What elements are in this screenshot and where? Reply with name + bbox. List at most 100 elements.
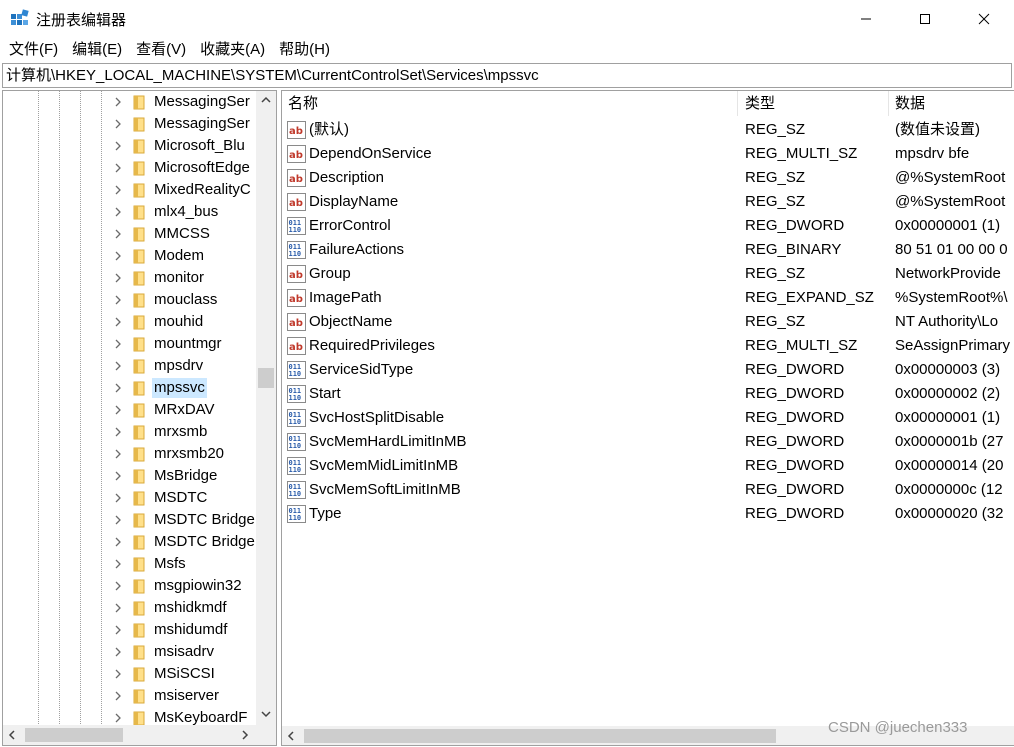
expand-chevron-icon[interactable] [111, 641, 125, 663]
tree-item[interactable]: msiserver [3, 685, 255, 707]
value-name: ObjectName [309, 313, 393, 330]
tree-item[interactable]: Microsoft_Blu [3, 135, 255, 157]
tree-vertical-scrollbar[interactable] [256, 91, 276, 725]
address-bar[interactable]: 计算机\HKEY_LOCAL_MACHINE\SYSTEM\CurrentCon… [2, 63, 1012, 88]
expand-chevron-icon[interactable] [111, 355, 125, 377]
menu-favorites[interactable]: 收藏夹(A) [195, 38, 270, 62]
tree-horizontal-scrollbar[interactable] [3, 725, 256, 745]
value-row[interactable]: 011 110 Type REG_DWORD 0x00000020 (32 [282, 502, 1014, 526]
expand-chevron-icon[interactable] [111, 597, 125, 619]
scroll-up-button[interactable] [256, 91, 276, 109]
value-row[interactable]: 011 110 ServiceSidType REG_DWORD 0x00000003 … [282, 358, 1014, 382]
expand-chevron-icon[interactable] [111, 487, 125, 509]
expand-chevron-icon[interactable] [111, 663, 125, 685]
values-scroll-left-button[interactable] [282, 726, 300, 745]
menu-view[interactable]: 查看(V) [131, 38, 191, 62]
expand-chevron-icon[interactable] [111, 289, 125, 311]
tree-item[interactable]: mshidkmdf [3, 597, 255, 619]
maximize-button[interactable] [895, 0, 954, 38]
value-row[interactable]: ab ObjectName REG_SZ NT Authority\Lo [282, 310, 1014, 334]
value-row[interactable]: 011 110 SvcMemMidLimitInMB REG_DWORD 0x00000… [282, 454, 1014, 478]
expand-chevron-icon[interactable] [111, 223, 125, 245]
tree-scroll-right-button[interactable] [236, 725, 254, 745]
tree-item[interactable]: Msfs [3, 553, 255, 575]
tree-item[interactable]: MRxDAV [3, 399, 255, 421]
menu-file[interactable]: 文件(F) [4, 38, 63, 62]
value-type: REG_SZ [745, 169, 806, 186]
expand-chevron-icon[interactable] [111, 575, 125, 597]
value-row[interactable]: 011 110 ErrorControl REG_DWORD 0x00000001 (1… [282, 214, 1014, 238]
expand-chevron-icon[interactable] [111, 267, 125, 289]
value-row[interactable]: ab DependOnService REG_MULTI_SZ mpsdrv bfe [282, 142, 1014, 166]
expand-chevron-icon[interactable] [111, 465, 125, 487]
tree-hscroll-thumb[interactable] [25, 728, 123, 742]
menu-help[interactable]: 帮助(H) [274, 38, 335, 62]
expand-chevron-icon[interactable] [111, 531, 125, 553]
tree-item-label: mouclass [154, 291, 218, 308]
close-button[interactable] [954, 0, 1013, 38]
tree-item[interactable]: msgpiowin32 [3, 575, 255, 597]
value-row[interactable]: ab RequiredPrivileges REG_MULTI_SZ SeAssign… [282, 334, 1014, 358]
tree-item[interactable]: MMCSS [3, 223, 255, 245]
tree-item[interactable]: mrxsmb20 [3, 443, 255, 465]
value-row[interactable]: 011 110 Start REG_DWORD 0x00000002 (2) [282, 382, 1014, 406]
tree-scroll-thumb[interactable] [258, 368, 274, 388]
expand-chevron-icon[interactable] [111, 443, 125, 465]
tree-item[interactable]: mountmgr [3, 333, 255, 355]
tree-item[interactable]: msisadrv [3, 641, 255, 663]
value-row[interactable]: 011 110 FailureActions REG_BINARY 80 51 01 0… [282, 238, 1014, 262]
tree-item[interactable]: MessagingSer [3, 91, 255, 113]
expand-chevron-icon[interactable] [111, 509, 125, 531]
value-row[interactable]: ab Description REG_SZ @%SystemRoot [282, 166, 1014, 190]
scroll-down-button[interactable] [256, 705, 276, 723]
value-row[interactable]: 011 110 SvcMemSoftLimitInMB REG_DWORD 0x0000… [282, 478, 1014, 502]
expand-chevron-icon[interactable] [111, 245, 125, 267]
column-data-header[interactable]: 数据 [889, 91, 925, 116]
expand-chevron-icon[interactable] [111, 135, 125, 157]
tree-item[interactable]: mouhid [3, 311, 255, 333]
tree-item[interactable]: Modem [3, 245, 255, 267]
value-row[interactable]: ab DisplayName REG_SZ @%SystemRoot [282, 190, 1014, 214]
tree-item[interactable]: MSDTC Bridge [3, 509, 255, 531]
menu-edit[interactable]: 编辑(E) [67, 38, 127, 62]
tree-item[interactable]: mpsdrv [3, 355, 255, 377]
value-row[interactable]: ab (默认) REG_SZ (数值未设置) [282, 118, 1014, 142]
tree-item[interactable]: mshidumdf [3, 619, 255, 641]
expand-chevron-icon[interactable] [111, 113, 125, 135]
expand-chevron-icon[interactable] [111, 333, 125, 355]
expand-chevron-icon[interactable] [111, 201, 125, 223]
tree-item[interactable]: mrxsmb [3, 421, 255, 443]
tree-item[interactable]: MSDTC [3, 487, 255, 509]
value-row[interactable]: 011 110 SvcMemHardLimitInMB REG_DWORD 0x0000… [282, 430, 1014, 454]
column-divider[interactable] [737, 91, 738, 116]
tree-item[interactable]: monitor [3, 267, 255, 289]
minimize-button[interactable] [836, 0, 895, 38]
value-row[interactable]: ab Group REG_SZ NetworkProvide [282, 262, 1014, 286]
tree-item[interactable]: MsBridge [3, 465, 255, 487]
tree-item[interactable]: MessagingSer [3, 113, 255, 135]
tree-item[interactable]: mouclass [3, 289, 255, 311]
key-tree-pane: MessagingSer MessagingSer Microsoft_Blu Mic… [2, 90, 277, 746]
value-row[interactable]: ab ImagePath REG_EXPAND_SZ %SystemRoot%\ [282, 286, 1014, 310]
value-row[interactable]: 011 110 SvcHostSplitDisable REG_DWORD 0x0000… [282, 406, 1014, 430]
column-name-header[interactable]: 名称 [282, 91, 318, 116]
expand-chevron-icon[interactable] [111, 421, 125, 443]
tree-item[interactable]: MixedRealityC [3, 179, 255, 201]
expand-chevron-icon[interactable] [111, 619, 125, 641]
expand-chevron-icon[interactable] [111, 685, 125, 707]
expand-chevron-icon[interactable] [111, 553, 125, 575]
expand-chevron-icon[interactable] [111, 377, 125, 399]
expand-chevron-icon[interactable] [111, 179, 125, 201]
tree-item[interactable]: MicrosoftEdge [3, 157, 255, 179]
values-hscroll-thumb[interactable] [304, 729, 776, 743]
expand-chevron-icon[interactable] [111, 91, 125, 113]
expand-chevron-icon[interactable] [111, 157, 125, 179]
tree-scroll-left-button[interactable] [3, 725, 21, 745]
tree-item[interactable]: MSiSCSI [3, 663, 255, 685]
tree-item[interactable]: mlx4_bus [3, 201, 255, 223]
expand-chevron-icon[interactable] [111, 399, 125, 421]
tree-item[interactable]: MSDTC Bridge [3, 531, 255, 553]
expand-chevron-icon[interactable] [111, 311, 125, 333]
column-type-header[interactable]: 类型 [739, 91, 775, 116]
tree-item[interactable]: mpssvc [3, 377, 255, 399]
